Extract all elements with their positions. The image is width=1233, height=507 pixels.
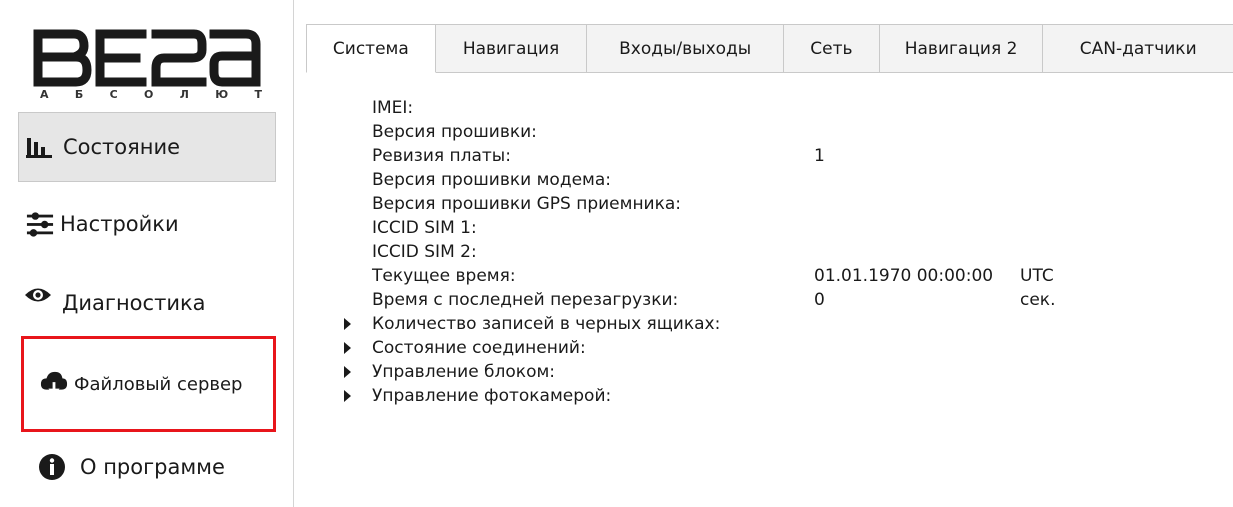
board-revision-value: 1 <box>814 146 825 166</box>
sidebar: А Б С О Л Ю Т Состояние Настройки Диагно… <box>0 0 294 507</box>
sidebar-item-settings[interactable]: Настройки <box>18 189 276 259</box>
sidebar-item-file-server[interactable]: Файловый сервер <box>21 336 276 432</box>
sidebar-item-about[interactable]: О программе <box>18 432 276 502</box>
logo-tagline: А Б С О Л Ю Т <box>40 88 262 101</box>
current-time-unit: UTC <box>1020 266 1054 286</box>
expand-arrow-icon[interactable] <box>344 390 351 402</box>
expand-arrow-icon[interactable] <box>344 342 351 354</box>
uptime-unit: сек. <box>1020 290 1056 310</box>
sidebar-item-label: Диагностика <box>62 291 206 315</box>
sidebar-item-label: О программе <box>80 455 225 479</box>
cloud-download-icon <box>40 370 68 398</box>
bar-chart-icon <box>25 133 53 161</box>
expand-arrow-icon[interactable] <box>344 366 351 378</box>
tab-network[interactable]: Сеть <box>782 24 880 72</box>
uptime-value: 0 <box>814 290 825 310</box>
info-icon <box>38 453 66 481</box>
tab-io[interactable]: Входы/выходы <box>586 24 784 72</box>
current-time-value: 01.01.1970 00:00:00 <box>814 266 994 286</box>
sidebar-item-label: Состояние <box>63 135 181 159</box>
expand-arrow-icon[interactable] <box>344 318 351 330</box>
tab-navigation-2[interactable]: Навигация 2 <box>878 24 1044 72</box>
sidebar-item-label: Файловый сервер <box>74 373 243 395</box>
sliders-icon <box>26 210 54 238</box>
tab-system[interactable]: Система <box>306 24 436 73</box>
sidebar-item-status[interactable]: Состояние <box>18 112 276 182</box>
tab-bar: Система Навигация Входы/выходы Сеть Нави… <box>306 24 1233 73</box>
eye-icon <box>24 281 52 309</box>
sidebar-item-label: Настройки <box>60 212 179 236</box>
sidebar-item-diagnostics[interactable]: Диагностика <box>18 268 276 338</box>
tab-navigation[interactable]: Навигация <box>434 24 588 72</box>
tab-can-sensors[interactable]: CAN-датчики <box>1042 24 1233 72</box>
